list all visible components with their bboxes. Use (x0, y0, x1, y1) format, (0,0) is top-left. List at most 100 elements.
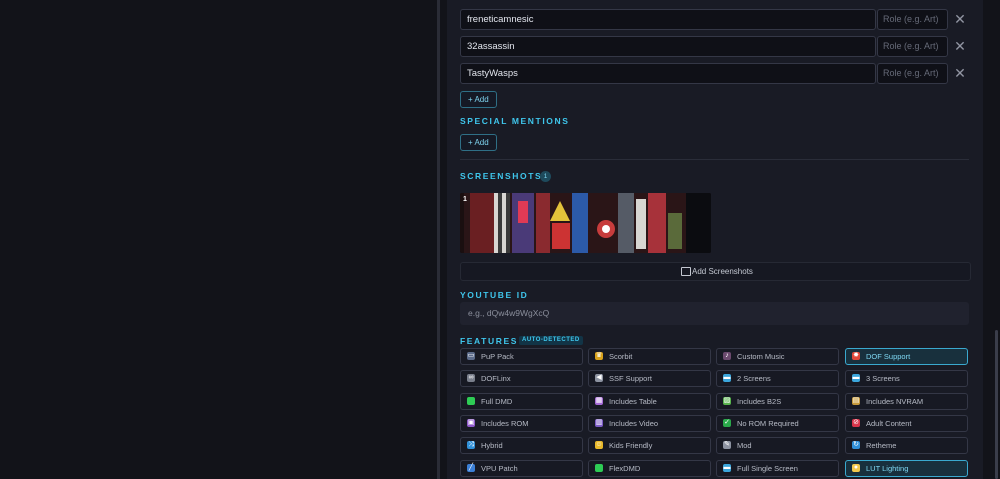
youtube-title: YOUTUBE ID (460, 290, 529, 300)
no-entry-icon: ⊘ (852, 418, 860, 427)
feature-toggle[interactable]: ⤨ Hybrid (460, 437, 583, 455)
feature-label: Custom Music (737, 352, 785, 361)
remove-credit-button[interactable]: ✕ (954, 64, 966, 82)
credit-name-input[interactable]: freneticamnesic (460, 9, 876, 30)
youtube-id-placeholder: e.g., dQw4w9WgXcQ (468, 308, 550, 318)
feature-label: Includes B2S (737, 396, 782, 406)
green-square-icon (467, 396, 475, 405)
feature-label: Full Single Screen (737, 463, 798, 473)
screenshots-title: SCREENSHOTS (460, 171, 543, 181)
feature-toggle[interactable]: ▬ Full Single Screen (716, 459, 839, 477)
screenshot-thumbnail[interactable] (460, 193, 711, 253)
smile-icon: ☺ (595, 441, 603, 450)
special-mentions-title: SPECIAL MENTIONS (460, 116, 570, 126)
feature-label: Kids Friendly (609, 441, 653, 451)
feature-toggle[interactable]: ◀ SSF Support (588, 370, 711, 388)
feature-label: SSF Support (609, 374, 652, 384)
feature-label: Includes Video (609, 418, 659, 428)
youtube-id-input[interactable]: e.g., dQw4w9WgXcQ (460, 302, 969, 325)
monitor-icon: ▬ (723, 463, 731, 472)
remove-credit-button[interactable]: ✕ (954, 37, 966, 55)
pane-divider[interactable] (437, 0, 440, 479)
filebox-icon: ▤ (852, 396, 860, 405)
table-icon: ▦ (595, 396, 603, 405)
green-square-icon (595, 463, 603, 472)
feature-label: DOFLinx (481, 374, 511, 384)
image-icon (681, 267, 691, 276)
link-icon: ∞ (467, 374, 475, 383)
monitor-icon: ▬ (852, 374, 860, 383)
feature-label: No ROM Required (737, 418, 799, 428)
monitor-icon: ▬ (723, 374, 731, 383)
feature-label: 2 Screens (737, 374, 771, 384)
feature-toggle[interactable]: ✓ No ROM Required (716, 414, 839, 432)
feature-toggle[interactable]: ▭ PuP Pack (460, 348, 583, 365)
feature-label: Hybrid (481, 441, 503, 451)
feature-label: DOF Support (866, 352, 911, 361)
credit-name-input[interactable]: 32assassin (460, 36, 876, 57)
left-pane (0, 0, 437, 479)
feature-toggle[interactable]: ☺ Kids Friendly (588, 437, 711, 455)
add-screenshots-label: Add Screenshots (692, 267, 753, 276)
feature-label: FlexDMD (609, 463, 641, 473)
feature-toggle[interactable]: ♪ Custom Music (716, 348, 839, 365)
feature-label: Full DMD (481, 396, 513, 406)
screenshot-count-badge: 1 (540, 171, 551, 182)
feature-label: 3 Screens (866, 374, 900, 384)
music-icon: ♪ (723, 352, 731, 360)
add-credit-button[interactable]: + Add (460, 91, 497, 108)
credit-role-input[interactable]: Role (e.g. Art) (877, 36, 948, 57)
feature-toggle[interactable]: FlexDMD (588, 459, 711, 477)
feature-label: Includes NVRAM (866, 396, 924, 406)
feature-label: Scorbit (609, 352, 633, 361)
feature-label: LUT Lighting (866, 463, 909, 473)
feature-toggle[interactable]: ✸ DOF Support (845, 348, 968, 365)
feature-toggle[interactable]: ▬ 3 Screens (845, 370, 968, 388)
trophy-icon: ♛ (595, 352, 603, 360)
add-screenshots-button[interactable]: Add Screenshots (460, 262, 971, 281)
screenshot-index: 1 (463, 196, 467, 203)
feature-toggle[interactable]: ▣ Includes ROM (460, 414, 583, 432)
refresh-icon: ↻ (852, 441, 860, 450)
feature-label: PuP Pack (481, 352, 514, 361)
credit-role-input[interactable]: Role (e.g. Art) (877, 63, 948, 84)
feature-toggle[interactable]: ▤ Includes NVRAM (845, 392, 968, 410)
remove-credit-button[interactable]: ✕ (954, 10, 966, 28)
features-title: FEATURES (460, 336, 518, 346)
feature-toggle[interactable]: Full DMD (460, 392, 583, 410)
feature-toggle[interactable]: ⊘ Adult Content (845, 414, 968, 432)
feature-toggle[interactable]: ╱ VPU Patch (460, 459, 583, 477)
credit-role-input[interactable]: Role (e.g. Art) (877, 9, 948, 30)
feature-toggle[interactable]: ∞ DOFLinx (460, 370, 583, 388)
wrench-icon: ✎ (723, 441, 731, 450)
feature-label: Includes Table (609, 396, 657, 406)
check-icon: ✓ (723, 418, 731, 427)
feature-label: VPU Patch (481, 463, 518, 473)
shuffle-icon: ⤨ (467, 441, 475, 450)
credit-name-input[interactable]: TastyWasps (460, 63, 876, 84)
feature-toggle[interactable]: ↻ Retheme (845, 437, 968, 455)
feature-toggle[interactable]: ● LUT Lighting (845, 459, 968, 477)
feature-label: Adult Content (866, 418, 912, 428)
feature-toggle[interactable]: ▨ Includes B2S (716, 392, 839, 410)
section-divider (460, 159, 969, 160)
feature-label: Includes ROM (481, 418, 529, 428)
speaker-icon: ◀ (595, 374, 603, 383)
picture-icon: ▨ (723, 396, 731, 405)
feature-toggle[interactable]: ▦ Includes Table (588, 392, 711, 410)
add-special-mention-button[interactable]: + Add (460, 134, 497, 151)
film-icon: ▥ (595, 418, 603, 427)
feature-toggle[interactable]: ✎ Mod (716, 437, 839, 455)
feature-label: Mod (737, 441, 752, 451)
screen-icon: ▭ (467, 352, 475, 360)
feature-toggle[interactable]: ♛ Scorbit (588, 348, 711, 365)
pinball-playfield-image (460, 193, 711, 253)
auto-detected-badge: AUTO-DETECTED (519, 336, 583, 345)
feature-toggle[interactable]: ▥ Includes Video (588, 414, 711, 432)
scrollbar-thumb[interactable] (995, 330, 998, 479)
bandage-icon: ╱ (467, 463, 475, 472)
bulb-icon: ● (852, 463, 860, 472)
floppy-icon: ▣ (467, 418, 475, 427)
feature-toggle[interactable]: ▬ 2 Screens (716, 370, 839, 388)
burst-icon: ✸ (852, 352, 860, 360)
